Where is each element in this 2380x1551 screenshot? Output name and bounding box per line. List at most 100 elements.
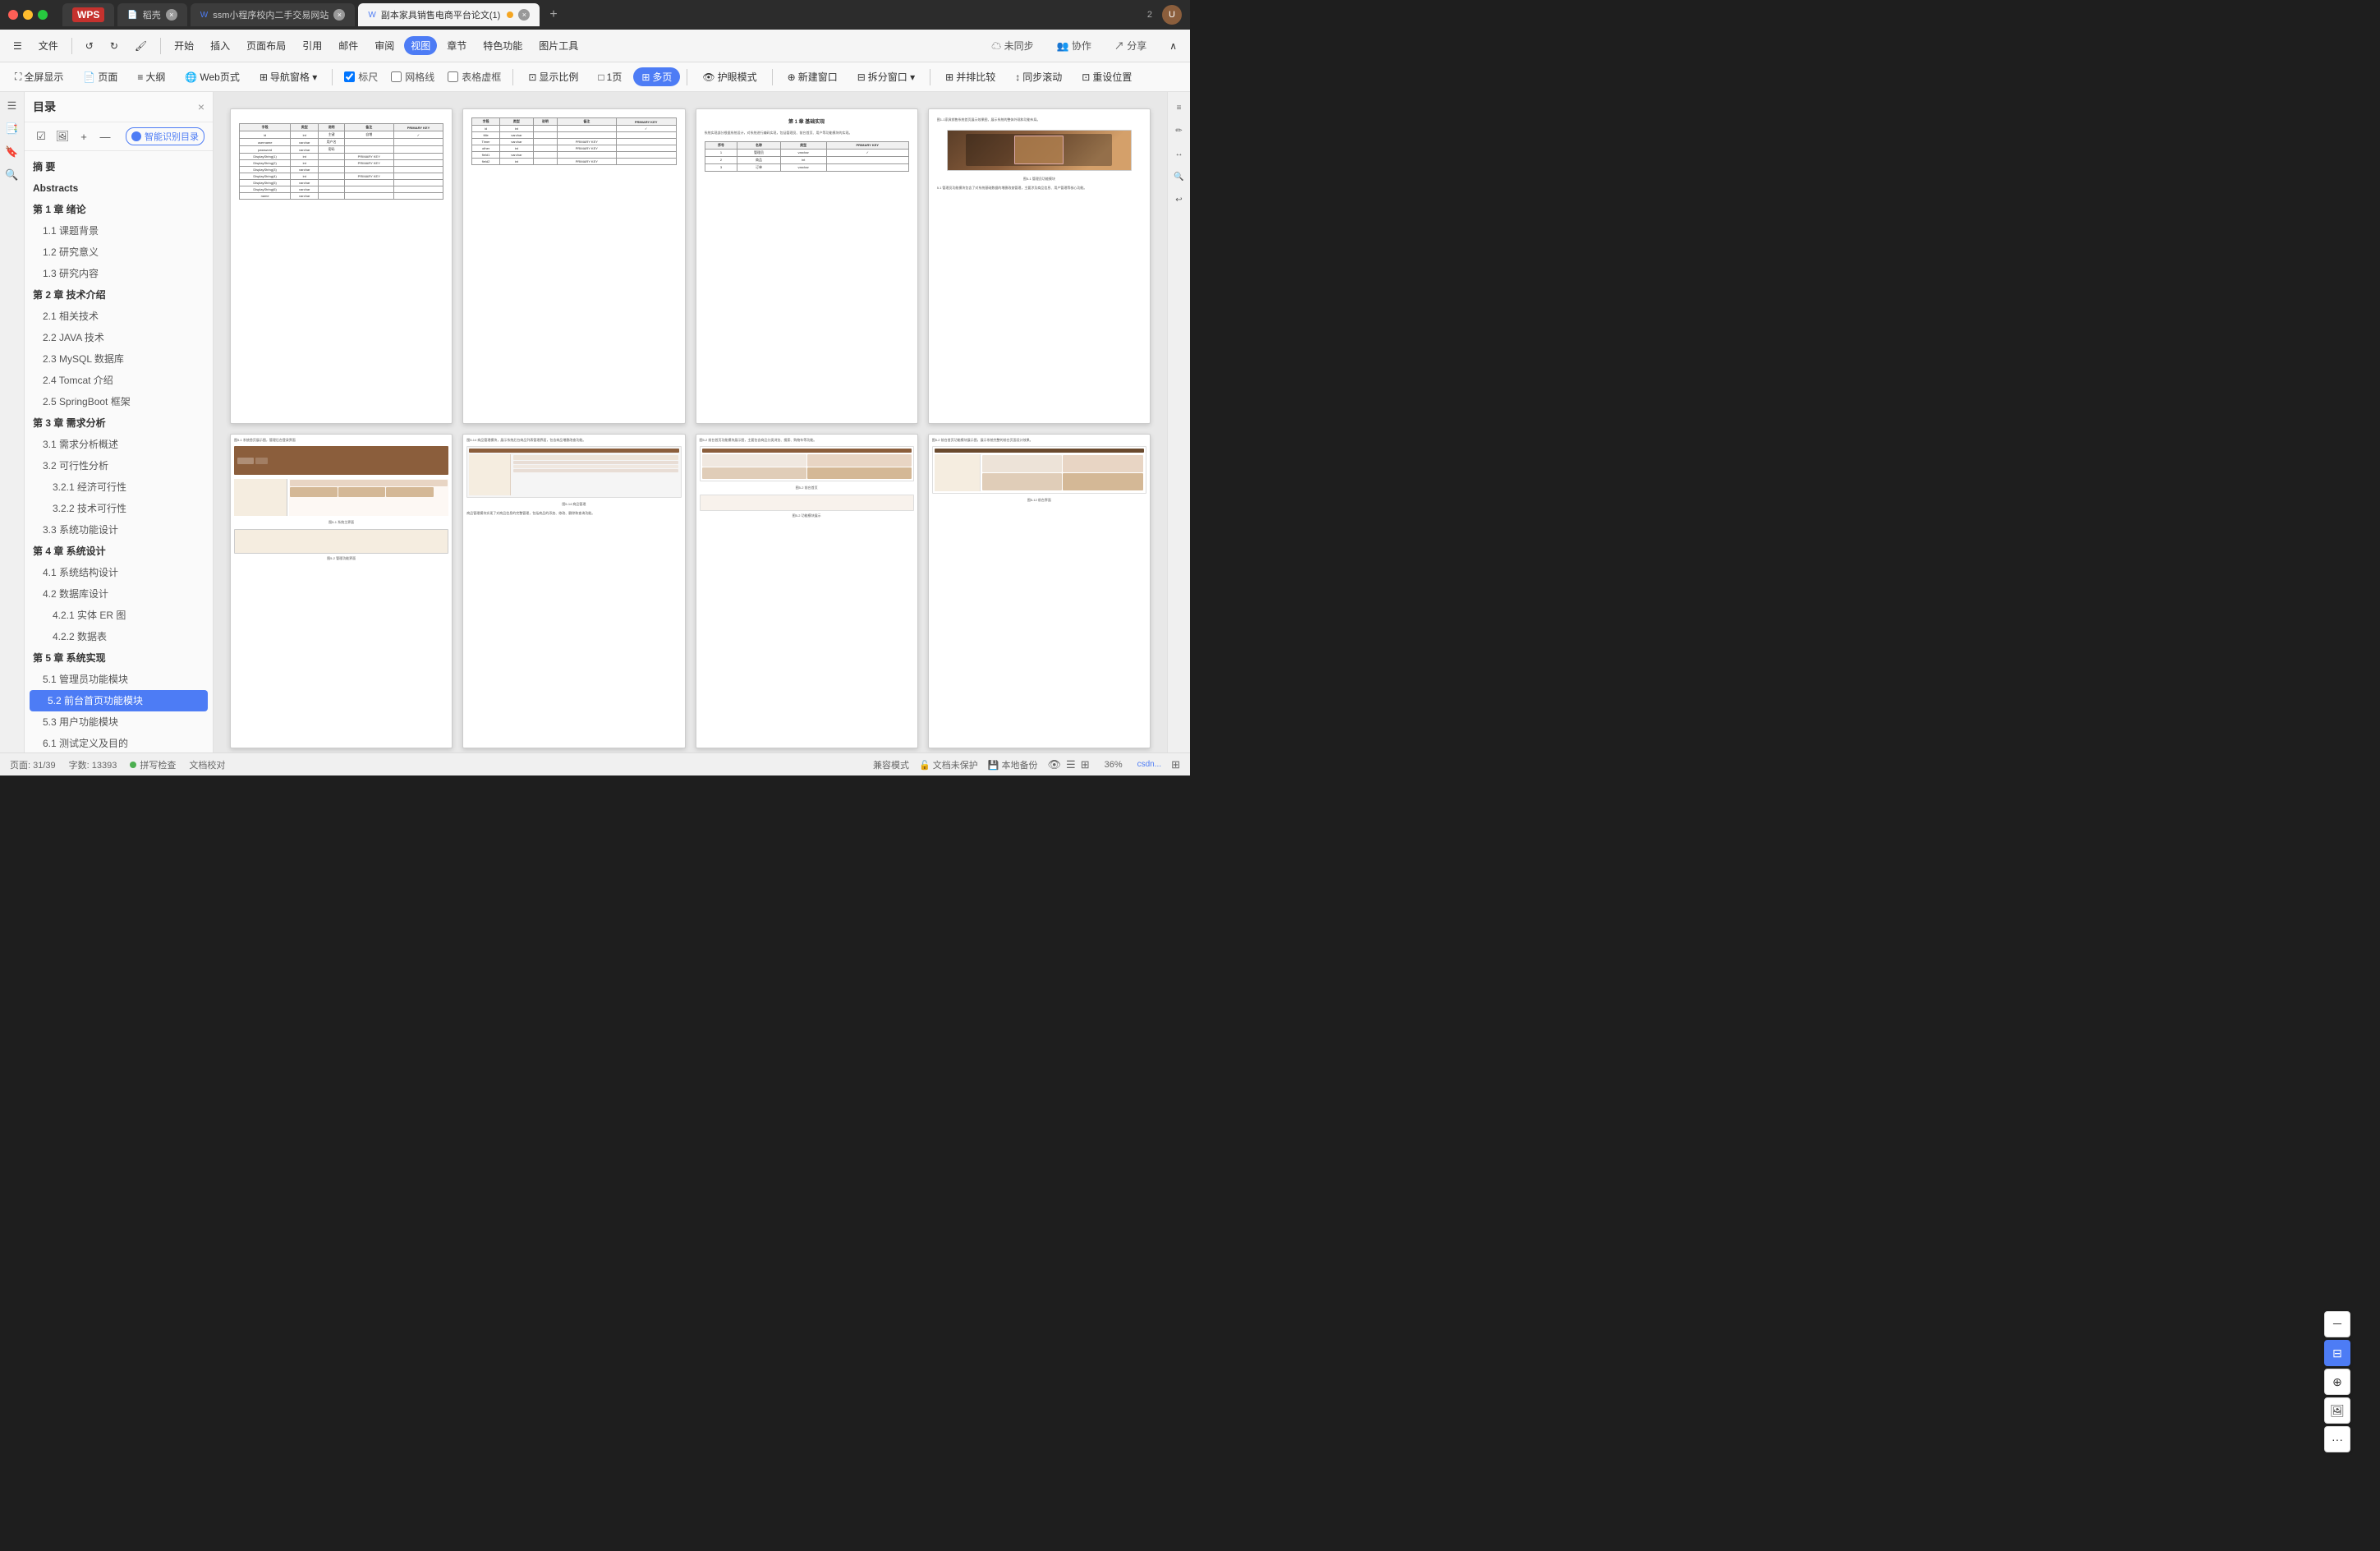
toc-item-1[interactable]: Abstracts [25, 177, 213, 199]
share-button[interactable]: ↗ 分享 [1108, 36, 1153, 55]
menu-mail[interactable]: 邮件 [332, 36, 365, 55]
tab-daoke[interactable]: 📄 稻壳 × [117, 3, 186, 26]
eye-view-icon[interactable]: 👁 [1048, 758, 1062, 771]
expand-button[interactable]: ∧ [1163, 38, 1183, 54]
toc-item-6[interactable]: 第 2 章 技术介绍 [25, 284, 213, 306]
ruler-checkbox[interactable]: 标尺 [339, 70, 383, 84]
one-page-btn[interactable]: □ 1页 [590, 67, 630, 86]
page-thumb-5[interactable]: 图5-1 系统首页展示图，管理后台登录界面 [230, 434, 453, 749]
toc-item-5[interactable]: 1.3 研究内容 [25, 263, 213, 284]
user-avatar[interactable]: U [1162, 5, 1182, 25]
doc-protection[interactable]: 🔓 文档未保护 [919, 758, 978, 771]
expand-bottom-icon[interactable]: ⊞ [1171, 758, 1180, 771]
local-backup[interactable]: 💾 本地备份 [988, 758, 1038, 771]
toc-item-13[interactable]: 3.1 需求分析概述 [25, 434, 213, 455]
collab-button[interactable]: 👥 协作 [1050, 36, 1098, 55]
toc-item-9[interactable]: 2.3 MySQL 数据库 [25, 348, 213, 370]
toc-item-24[interactable]: 5.1 管理员功能模块 [25, 669, 213, 690]
eye-mode-btn[interactable]: 👁 护眼模式 [694, 67, 765, 86]
page-thumb-2[interactable]: 字段类型说明备注PRIMARY KEY idint✓ titlevarchar … [462, 108, 685, 424]
menu-view[interactable]: 视图 [404, 36, 437, 55]
toc-item-22[interactable]: 4.2.2 数据表 [25, 626, 213, 647]
list-view-icon[interactable]: ☰ [1066, 758, 1076, 771]
toc-item-20[interactable]: 4.2 数据库设计 [25, 583, 213, 605]
toc-item-11[interactable]: 2.5 SpringBoot 框架 [25, 391, 213, 412]
menu-start[interactable]: 开始 [168, 36, 200, 55]
left-icon-bookmark[interactable]: 🔖 [3, 143, 21, 161]
toc-item-14[interactable]: 3.2 可行性分析 [25, 455, 213, 476]
arrange-btn[interactable]: ⊞ 并排比较 [937, 67, 1004, 86]
page-thumb-1[interactable]: 字段类型说明备注PRIMARY KEY idint主键自增✓ usernamev… [230, 108, 453, 424]
minimize-button[interactable] [23, 10, 33, 20]
right-icon-4[interactable]: 🔍 [1170, 168, 1188, 186]
toc-item-27[interactable]: 6.1 测试定义及目的 [25, 733, 213, 752]
doc-review[interactable]: 文档校对 [189, 758, 225, 771]
toc-item-16[interactable]: 3.2.2 技术可行性 [25, 498, 213, 519]
right-icon-2[interactable]: ✏ [1170, 122, 1188, 140]
web-view-btn[interactable]: 🌐 Web页式 [177, 67, 247, 86]
menu-image-tools[interactable]: 图片工具 [532, 36, 585, 55]
toc-item-2[interactable]: 第 1 章 绪论 [25, 199, 213, 220]
tab-daoke-close[interactable]: × [166, 9, 177, 21]
toc-item-10[interactable]: 2.4 Tomcat 介绍 [25, 370, 213, 391]
sidebar-collapse-icon[interactable]: — [97, 128, 113, 145]
split-window-btn[interactable]: ⊟ 拆分窗口 ▾ [849, 67, 923, 86]
zoom-level[interactable]: 36% [1100, 759, 1128, 771]
toc-item-15[interactable]: 3.2.1 经济可行性 [25, 476, 213, 498]
toc-item-19[interactable]: 4.1 系统结构设计 [25, 562, 213, 583]
page-thumb-7[interactable]: 图5-2 前台首页功能模块展示图，主要包含商品分类浏览、搜索、购物车等功能。 图… [696, 434, 918, 749]
sidebar-checkbox-icon[interactable]: ☑ [33, 128, 49, 145]
toc-item-12[interactable]: 第 3 章 需求分析 [25, 412, 213, 434]
toc-item-0[interactable]: 摘 要 [25, 156, 213, 177]
right-icon-1[interactable]: ≡ [1170, 99, 1188, 117]
page-thumb-8[interactable]: 图5-2 前台首页功能模块展示图，展示系统完整的前台页面设计效果。 [928, 434, 1151, 749]
tab-ssm[interactable]: W ssm小程序校内二手交易网站 × [191, 3, 356, 26]
grid-checkbox[interactable]: 网格线 [386, 70, 439, 84]
tab-active[interactable]: W 副本家具销售电商平台论文(1) × [358, 3, 540, 26]
outline-view-btn[interactable]: ≡ 大纲 [129, 67, 173, 86]
toc-item-3[interactable]: 1.1 课题背景 [25, 220, 213, 242]
sidebar-close-icon[interactable]: × [198, 100, 204, 113]
toc-item-8[interactable]: 2.2 JAVA 技术 [25, 327, 213, 348]
fullscreen-button[interactable] [38, 10, 48, 20]
menu-icon[interactable]: ☰ [7, 38, 29, 54]
close-button[interactable] [8, 10, 18, 20]
new-window-btn[interactable]: ⊕ 新建窗口 [779, 67, 846, 86]
menu-insert[interactable]: 插入 [204, 36, 237, 55]
menu-reference[interactable]: 引用 [296, 36, 329, 55]
page-thumb-4[interactable]: 图1-1家具销售系统首页展示效果图，展示系统的整体外观和功能布局。 图5-1 管… [928, 108, 1151, 424]
toc-item-18[interactable]: 第 4 章 系统设计 [25, 541, 213, 562]
multi-page-btn[interactable]: ⊞ 多页 [633, 67, 680, 86]
grid-view-icon[interactable]: ⊞ [1081, 758, 1090, 771]
page-view-btn[interactable]: 📄 页面 [75, 67, 126, 86]
menu-special[interactable]: 特色功能 [476, 36, 529, 55]
right-icon-5[interactable]: ↩ [1170, 191, 1188, 209]
sync-scroll-btn[interactable]: ↕ 同步滚动 [1007, 67, 1070, 86]
toc-item-25[interactable]: 5.2 前台首页功能模块 [30, 690, 208, 711]
unsync-button[interactable]: ☁ 未同步 [985, 36, 1040, 55]
ai-recognize-btn[interactable]: 智能识别目录 [126, 127, 204, 145]
left-icon-search[interactable]: 🔍 [3, 166, 21, 184]
spell-check[interactable]: 拼写检查 [130, 758, 176, 771]
left-icon-menu[interactable]: ☰ [3, 97, 21, 115]
tab-ssm-close[interactable]: × [333, 9, 345, 21]
right-icon-3[interactable]: ↔ [1170, 145, 1188, 163]
sidebar-image-icon[interactable]: 🖼 [54, 128, 71, 145]
toc-item-26[interactable]: 5.3 用户功能模块 [25, 711, 213, 733]
table-border-checkbox[interactable]: 表格虚框 [443, 70, 506, 84]
left-icon-toc[interactable]: 📑 [3, 120, 21, 138]
menu-layout[interactable]: 页面布局 [240, 36, 292, 55]
tab-active-close[interactable]: × [518, 9, 530, 21]
display-ratio-btn[interactable]: ⊡ 显示比例 [520, 67, 586, 86]
reset-pos-btn[interactable]: ⊡ 重设位置 [1073, 67, 1140, 86]
page-thumb-6[interactable]: 图5-14 商品管理模块，展示系统后台商品列表管理界面，包含商品增删改查功能。 [462, 434, 685, 749]
doc-area[interactable]: 字段类型说明备注PRIMARY KEY idint主键自增✓ usernamev… [214, 92, 1167, 752]
redo-button[interactable]: ↻ [103, 38, 125, 54]
toc-item-17[interactable]: 3.3 系统功能设计 [25, 519, 213, 541]
nav-pane-btn[interactable]: ⊞ 导航窗格 ▾ [251, 67, 325, 86]
fullscreen-view-btn[interactable]: ⛶ 全屏显示 [7, 67, 71, 86]
sidebar-add-icon[interactable]: + [76, 128, 92, 145]
menu-chapter[interactable]: 章节 [440, 36, 473, 55]
format-painter[interactable]: 🖌 [128, 38, 154, 54]
menu-file[interactable]: 文件 [32, 36, 65, 55]
